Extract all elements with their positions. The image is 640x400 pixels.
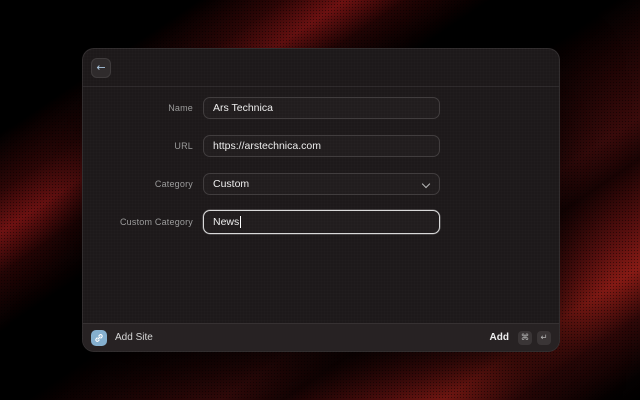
- category-select[interactable]: Custom: [203, 173, 440, 195]
- add-button-label: Add: [490, 332, 509, 343]
- chevron-down-icon: [422, 180, 430, 188]
- form-row-name: Name: [83, 97, 559, 119]
- form-row-category: Category Custom: [83, 173, 559, 195]
- category-selected-value: Custom: [213, 178, 249, 190]
- form-row-url: URL: [83, 135, 559, 157]
- link-icon: [91, 330, 107, 346]
- custom-category-value: News: [213, 216, 239, 228]
- text-cursor: [240, 216, 241, 228]
- back-arrow-icon: ←: [96, 61, 105, 74]
- name-label: Name: [83, 103, 193, 113]
- back-button[interactable]: ←: [91, 58, 111, 78]
- url-input[interactable]: [203, 135, 440, 157]
- return-key-icon: ↵: [537, 331, 551, 345]
- name-input[interactable]: [203, 97, 440, 119]
- form-row-custom-category: Custom Category News: [83, 211, 559, 233]
- custom-category-input[interactable]: News: [203, 210, 440, 234]
- custom-category-label: Custom Category: [83, 217, 193, 227]
- add-site-dialog: ← Name URL Category Custom Custom Catego…: [82, 48, 560, 352]
- dialog-header: ←: [83, 49, 559, 87]
- footer-title: Add Site: [115, 332, 153, 343]
- add-site-form: Name URL Category Custom Custom Category…: [83, 87, 559, 233]
- category-label: Category: [83, 179, 193, 189]
- url-label: URL: [83, 141, 193, 151]
- dialog-footer: Add Site Add ⌘ ↵: [83, 323, 559, 351]
- desktop-background: { "dialog": { "back_icon_glyph": "←", "f…: [0, 0, 640, 400]
- add-button[interactable]: Add ⌘ ↵: [490, 331, 551, 345]
- command-key-icon: ⌘: [518, 331, 532, 345]
